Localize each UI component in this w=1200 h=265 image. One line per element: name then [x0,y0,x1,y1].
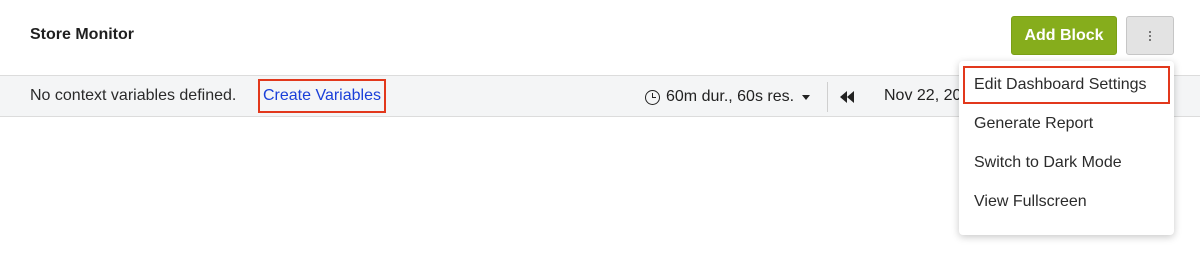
create-variables-link[interactable]: Create Variables [258,79,386,113]
more-options-button[interactable] [1126,16,1174,55]
clock-icon [645,89,660,105]
menu-item-generate-report[interactable]: Generate Report [959,104,1174,143]
time-range-label: 60m dur., 60s res. [666,88,795,105]
add-block-button[interactable]: Add Block [1011,16,1117,55]
date-range-text[interactable]: Nov 22, 20 [884,87,961,105]
menu-item-switch-dark-mode[interactable]: Switch to Dark Mode [959,143,1174,182]
create-variables-label: Create Variables [263,87,381,104]
rewind-icon [840,91,847,103]
kebab-vertical-icon [1149,30,1151,41]
time-range-selector[interactable]: 60m dur., 60s res. [645,86,811,108]
rewind-icon [847,91,854,103]
menu-item-view-fullscreen[interactable]: View Fullscreen [959,182,1174,221]
menu-item-edit-dashboard-settings[interactable]: Edit Dashboard Settings [963,66,1170,104]
no-context-variables-text: No context variables defined. [30,87,237,104]
caret-down-icon [802,94,811,100]
divider [827,82,828,112]
more-options-menu: Edit Dashboard Settings Generate Report … [959,61,1174,235]
rewind-button[interactable] [840,88,862,106]
page-title: Store Monitor [30,26,134,43]
